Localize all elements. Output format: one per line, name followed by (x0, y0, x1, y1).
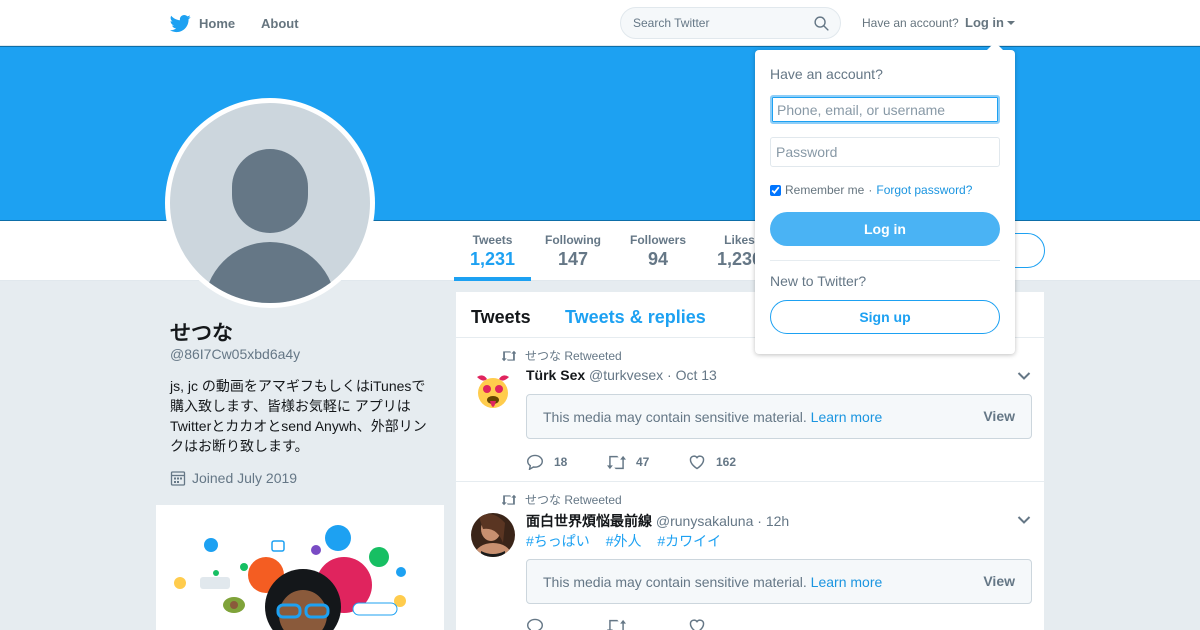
stat-following[interactable]: Following 147 (545, 233, 601, 270)
reply-icon (526, 618, 544, 630)
sensitive-media-notice: This media may contain sensitive materia… (526, 559, 1032, 604)
tab-tweets[interactable]: Tweets (471, 307, 531, 328)
login-button[interactable]: Log in (770, 212, 1000, 246)
stat-value: 147 (557, 249, 589, 269)
retweet-icon (607, 619, 626, 630)
retweet-context: せつな Retweeted (502, 347, 622, 364)
retweet-icon (502, 494, 516, 505)
search-box (620, 7, 841, 39)
tweet-item[interactable]: せつな Retweeted Türk Sex @turkvesex · Oct … (456, 338, 1044, 482)
login-link-label: Log in (965, 15, 1004, 30)
divider (770, 260, 1000, 261)
sensitive-media-notice: This media may contain sensitive materia… (526, 394, 1032, 439)
stat-value: 94 (647, 249, 669, 269)
retweet-icon (502, 350, 516, 361)
like-button[interactable] (688, 618, 769, 630)
tweet-author-handle[interactable]: @runysakaluna (656, 513, 754, 529)
search-icon[interactable] (813, 15, 830, 32)
like-count: 162 (716, 455, 737, 469)
username-field[interactable] (770, 95, 1000, 124)
profile-handle[interactable]: @86I7Cw05xbd6a4y (170, 346, 300, 362)
forgot-password-link[interactable]: Forgot password? (876, 183, 972, 197)
sensitive-media-text: This media may contain sensitive materia… (543, 574, 807, 590)
retweet-context-text[interactable]: せつな Retweeted (525, 491, 622, 508)
stat-value: 1,231 (470, 249, 516, 269)
stat-tweets[interactable]: Tweets 1,231 (453, 233, 532, 281)
login-dropdown: Have an account? Remember me · Forgot pa… (755, 42, 1015, 354)
profile-joined: Joined July 2019 (170, 470, 297, 486)
calendar-icon (170, 471, 186, 486)
tweet-actions: 18 47 162 (526, 454, 769, 470)
like-button[interactable]: 162 (688, 454, 769, 470)
remember-me-checkbox[interactable] (770, 184, 781, 196)
view-media-button[interactable]: View (983, 573, 1015, 589)
tweet-author-name[interactable]: 面白世界煩悩最前線 (526, 513, 652, 529)
promo-illustration (156, 505, 444, 630)
like-icon (689, 619, 705, 630)
tweet-actions (526, 618, 769, 630)
search-input[interactable] (621, 8, 801, 38)
tweet-menu-chevron[interactable] (1017, 512, 1031, 530)
tweet-header: Türk Sex @turkvesex · Oct 13 (526, 367, 717, 383)
reply-button[interactable] (526, 618, 607, 630)
stat-label: Tweets (472, 233, 513, 247)
chevron-down-icon (1017, 516, 1031, 524)
retweet-button[interactable] (607, 618, 688, 630)
login-dropdown-toggle[interactable]: Log in (965, 15, 1015, 30)
profile-bio: js, jc の動画をアマギフもしくはiTunesで購入致します、皆様お気軽に … (170, 378, 427, 454)
reply-button[interactable]: 18 (526, 454, 607, 470)
hashtag-link[interactable]: #カワイイ (657, 533, 721, 549)
tweet-hashtags: #ちっぱい #外人 #カワイイ (526, 531, 733, 551)
tweet-author-avatar[interactable] (471, 513, 515, 557)
learn-more-link[interactable]: Learn more (811, 409, 883, 425)
retweet-context-text[interactable]: せつな Retweeted (525, 347, 622, 364)
profile-avatar[interactable] (165, 98, 375, 308)
new-to-twitter-text: New to Twitter? (770, 273, 867, 289)
have-account-text: Have an account? (862, 16, 959, 30)
top-navigation-bar: Home About Have an account? Log in (0, 0, 1200, 46)
signup-button[interactable]: Sign up (770, 300, 1000, 334)
like-icon (689, 455, 705, 470)
hashtag-link[interactable]: #外人 (606, 533, 642, 549)
profile-name: せつな (170, 322, 233, 345)
twitter-bird-icon (170, 15, 191, 33)
learn-more-link[interactable]: Learn more (811, 574, 883, 590)
joined-text: Joined July 2019 (192, 470, 298, 486)
nav-home-label: Home (199, 16, 236, 31)
hashtag-link[interactable]: #ちっぱい (526, 533, 590, 549)
reply-count: 18 (554, 455, 568, 469)
tweet-author-avatar[interactable] (471, 369, 515, 413)
tweet-author-name[interactable]: Türk Sex (526, 367, 585, 383)
chevron-down-icon (1017, 372, 1031, 380)
tweet-author-handle[interactable]: @turkvesex (589, 367, 663, 383)
tweet-header: 面白世界煩悩最前線 @runysakaluna · 12h (526, 511, 789, 531)
stat-label: Following (545, 233, 601, 247)
caret-down-icon (1007, 21, 1015, 25)
stat-followers[interactable]: Followers 94 (630, 233, 686, 270)
remember-me-label[interactable]: Remember me (785, 183, 864, 197)
tweet-time[interactable]: · 12h (757, 513, 789, 529)
remember-me-row: Remember me · Forgot password? (770, 183, 972, 197)
retweet-button[interactable]: 47 (607, 454, 688, 470)
view-media-button[interactable]: View (983, 408, 1015, 424)
password-field[interactable] (770, 137, 1000, 167)
separator-dot: · (868, 183, 873, 197)
nav-home-link[interactable]: Home (170, 13, 235, 34)
reply-icon (526, 454, 544, 470)
retweet-icon (607, 455, 626, 469)
retweet-count: 47 (636, 455, 650, 469)
login-dropdown-title: Have an account? (770, 66, 883, 82)
nav-about-link[interactable]: About (261, 16, 299, 31)
stat-label: Followers (630, 233, 687, 247)
tweet-item[interactable]: せつな Retweeted 面白世界煩悩最前線 @runysakaluna · … (456, 482, 1044, 630)
tab-tweets-replies[interactable]: Tweets & replies (565, 307, 706, 328)
tweet-time[interactable]: · Oct 13 (667, 367, 717, 383)
tweet-menu-chevron[interactable] (1017, 368, 1031, 386)
sensitive-media-text: This media may contain sensitive materia… (543, 409, 807, 425)
retweet-context: せつな Retweeted (502, 491, 622, 508)
default-avatar-icon (170, 103, 370, 303)
